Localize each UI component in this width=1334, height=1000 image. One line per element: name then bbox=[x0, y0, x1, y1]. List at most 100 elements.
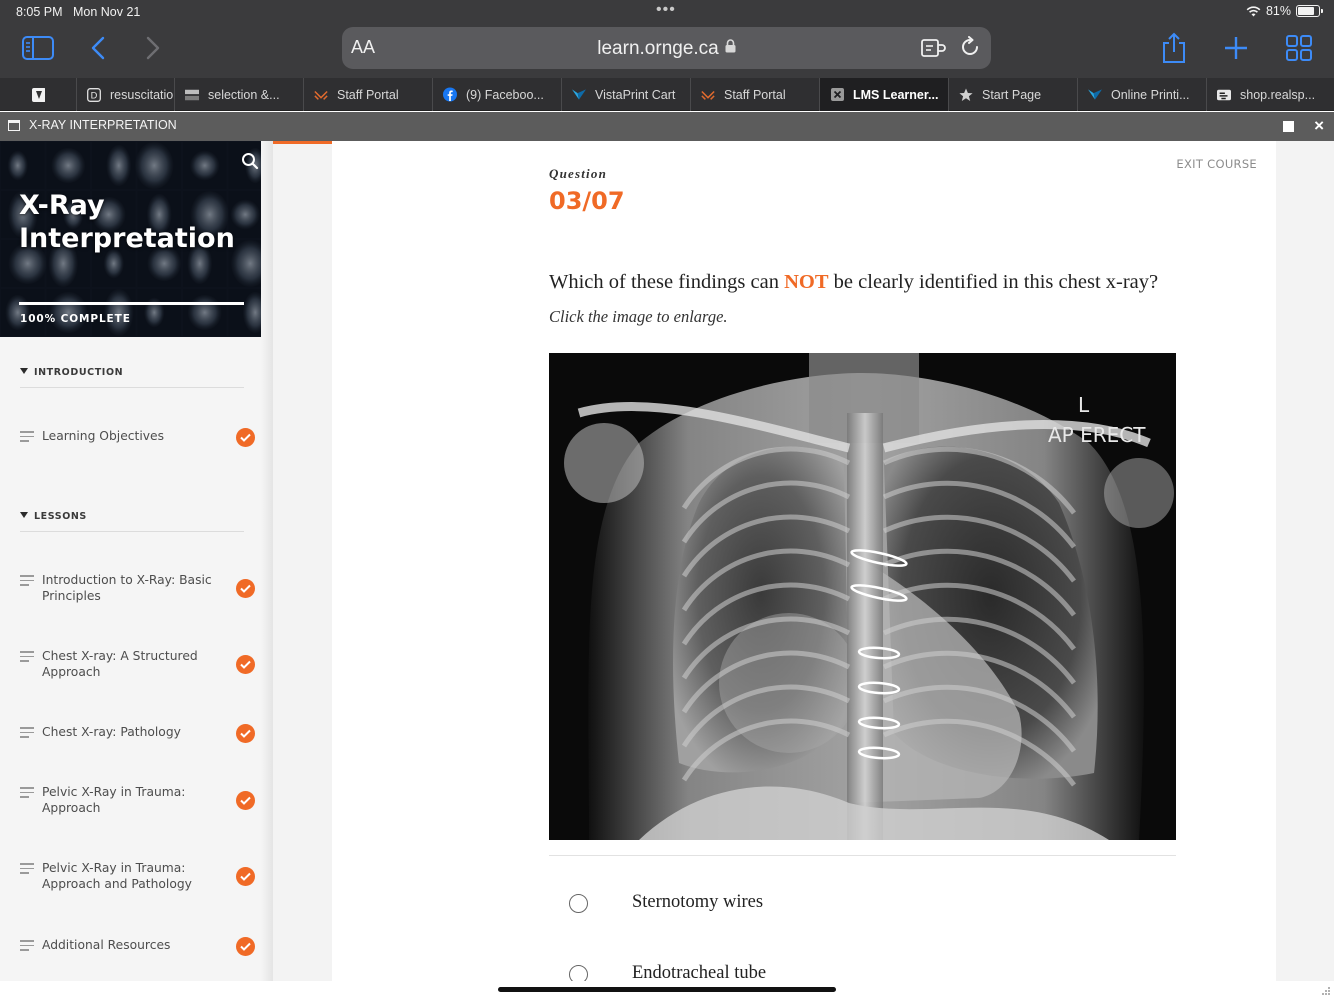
checkmark-icon bbox=[236, 791, 255, 810]
xray-projection-label: AP ERECT bbox=[1048, 423, 1146, 447]
radio-button[interactable] bbox=[569, 965, 588, 981]
section-heading-label: LESSONS bbox=[34, 511, 87, 522]
radio-button[interactable] bbox=[569, 894, 588, 913]
tab-label: selection &... bbox=[208, 87, 280, 102]
home-indicator[interactable] bbox=[498, 987, 836, 992]
battery-percent: 81% bbox=[1265, 4, 1291, 18]
vistaprint-icon bbox=[572, 88, 586, 102]
tab-facebook[interactable]: (9) Faceboo... bbox=[432, 78, 561, 111]
extension-icon[interactable] bbox=[921, 37, 947, 64]
lesson-lines-icon bbox=[20, 940, 34, 954]
answer-label: Endotracheal tube bbox=[632, 963, 767, 981]
caret-down-icon bbox=[20, 512, 28, 518]
course-window-title: X-RAY INTERPRETATION bbox=[29, 118, 177, 132]
url-display[interactable]: learn.ornge.ca bbox=[342, 37, 991, 60]
question-instruction: Click the image to enlarge. bbox=[549, 307, 728, 326]
course-window-bar: X-RAY INTERPRETATION × bbox=[0, 112, 1334, 141]
question-card: Question 03/07 Which of these findings c… bbox=[332, 141, 1276, 981]
status-date-text: Mon Nov 21 bbox=[72, 5, 141, 19]
lesson-lines-icon bbox=[20, 575, 34, 589]
resize-grip-icon[interactable] bbox=[1321, 986, 1331, 996]
pinned-tab-icon bbox=[32, 87, 45, 102]
tab-label: LMS Learner... bbox=[853, 87, 939, 102]
exit-course-link[interactable]: EXIT COURSE bbox=[1176, 157, 1257, 171]
tab-label: shop.realsp... bbox=[1240, 87, 1316, 102]
lesson-title: Pelvic X-Ray in Trauma: Approach bbox=[42, 785, 186, 815]
section-heading-introduction[interactable]: INTRODUCTION bbox=[20, 362, 244, 388]
restore-window-icon[interactable] bbox=[1283, 121, 1294, 132]
course-title: X-Ray Interpretation bbox=[19, 190, 235, 254]
lesson-title: Chest X-ray: Pathology bbox=[42, 725, 181, 739]
answer-option-sternotomy-wires[interactable]: Sternotomy wires bbox=[549, 886, 1176, 926]
status-indicators: 81% bbox=[1246, 4, 1323, 18]
tab-vistaprint-cart[interactable]: VistaPrint Cart bbox=[561, 78, 690, 111]
lock-icon bbox=[725, 37, 736, 59]
section-heading-lessons[interactable]: LESSONS bbox=[20, 506, 244, 532]
lesson-lines-icon bbox=[20, 431, 34, 445]
tab-lms-learner[interactable]: LMS Learner... bbox=[819, 78, 948, 111]
checkmark-icon bbox=[236, 428, 255, 447]
lesson-title: Learning Objectives bbox=[42, 429, 165, 443]
checkmark-icon bbox=[236, 655, 255, 674]
question-text-part: Which of these findings can bbox=[549, 271, 785, 293]
browser-chrome: 8:05 PM Mon Nov 21 ••• 81% AA learn.orng… bbox=[0, 0, 1334, 78]
battery-icon bbox=[1296, 5, 1323, 17]
checkmark-icon bbox=[236, 579, 255, 598]
sidebar-edge-shadow bbox=[261, 141, 273, 981]
search-icon[interactable] bbox=[241, 152, 259, 175]
course-progress-label: 100% COMPLETE bbox=[20, 313, 131, 325]
multitasking-dots-icon[interactable]: ••• bbox=[656, 1, 676, 19]
vistaprint-icon bbox=[1088, 88, 1102, 102]
tab-label: (9) Faceboo... bbox=[466, 87, 544, 102]
lesson-lines-icon bbox=[20, 863, 34, 877]
question-text-part: be clearly identified in this chest x-ra… bbox=[828, 271, 1159, 293]
question-label: Question bbox=[549, 166, 608, 181]
lesson-lines-icon bbox=[20, 651, 34, 665]
ornge-icon bbox=[314, 88, 328, 102]
tab-label: Start Page bbox=[982, 87, 1042, 102]
tab-staff-portal[interactable]: Staff Portal bbox=[303, 78, 432, 111]
answer-label: Sternotomy wires bbox=[632, 892, 764, 912]
tab-pinned[interactable] bbox=[0, 78, 45, 111]
facebook-icon bbox=[443, 87, 457, 102]
lesson-title: Pelvic X-Ray in Trauma: Approach and Pat… bbox=[42, 861, 192, 891]
tab-shop-realsp[interactable]: shop.realsp... bbox=[1206, 78, 1334, 111]
tab-label: resuscitatio bbox=[110, 87, 174, 102]
section-heading-label: INTRODUCTION bbox=[34, 367, 124, 378]
tab-overview-icon[interactable] bbox=[1281, 30, 1317, 66]
back-icon[interactable] bbox=[80, 30, 116, 66]
forward-icon[interactable] bbox=[135, 30, 171, 66]
lesson-title: Chest X-ray: A Structured Approach bbox=[42, 649, 198, 679]
status-time: 8:05 PM Mon Nov 21 bbox=[16, 5, 140, 19]
tab-start-page[interactable]: Start Page bbox=[948, 78, 1077, 111]
new-tab-icon[interactable] bbox=[1218, 30, 1254, 66]
tab-label: Staff Portal bbox=[724, 87, 786, 102]
star-icon bbox=[959, 88, 973, 102]
tab-resuscitation[interactable]: D resuscitatio bbox=[76, 78, 174, 111]
reload-icon[interactable] bbox=[959, 36, 981, 63]
tab-staff-portal-2[interactable]: Staff Portal bbox=[690, 78, 819, 111]
wifi-icon bbox=[1246, 5, 1261, 16]
address-bar[interactable]: AA learn.ornge.ca bbox=[342, 27, 991, 69]
caret-down-icon bbox=[20, 368, 28, 374]
course-progress-bar bbox=[19, 302, 244, 305]
close-icon[interactable]: × bbox=[1314, 116, 1324, 136]
lesson-lines-icon bbox=[20, 727, 34, 741]
svg-text:D: D bbox=[91, 91, 98, 101]
lms-icon bbox=[830, 88, 844, 102]
sidebar-icon[interactable] bbox=[20, 30, 56, 66]
chest-xray-image[interactable]: L AP ERECT bbox=[549, 353, 1176, 840]
document-icon: D bbox=[87, 87, 101, 102]
tab-online-printing[interactable]: Online Printi... bbox=[1077, 78, 1206, 111]
course-hero-banner: X-Ray Interpretation 100% COMPLETE bbox=[0, 141, 273, 337]
course-sidebar: X-Ray Interpretation 100% COMPLETE INTRO… bbox=[0, 141, 273, 981]
tab-label: Staff Portal bbox=[337, 87, 399, 102]
tab-bar: D resuscitatio selection &... Staff Port… bbox=[0, 78, 1334, 111]
answer-option-endotracheal-tube[interactable]: Endotracheal tube bbox=[549, 957, 1176, 981]
share-icon[interactable] bbox=[1156, 30, 1192, 66]
checkmark-icon bbox=[236, 724, 255, 743]
battery-fill bbox=[1298, 7, 1315, 15]
lesson-content-area: Question 03/07 Which of these findings c… bbox=[273, 141, 1334, 981]
tab-selection[interactable]: selection &... bbox=[174, 78, 303, 111]
question-text: Which of these findings can NOT be clear… bbox=[549, 271, 1158, 294]
